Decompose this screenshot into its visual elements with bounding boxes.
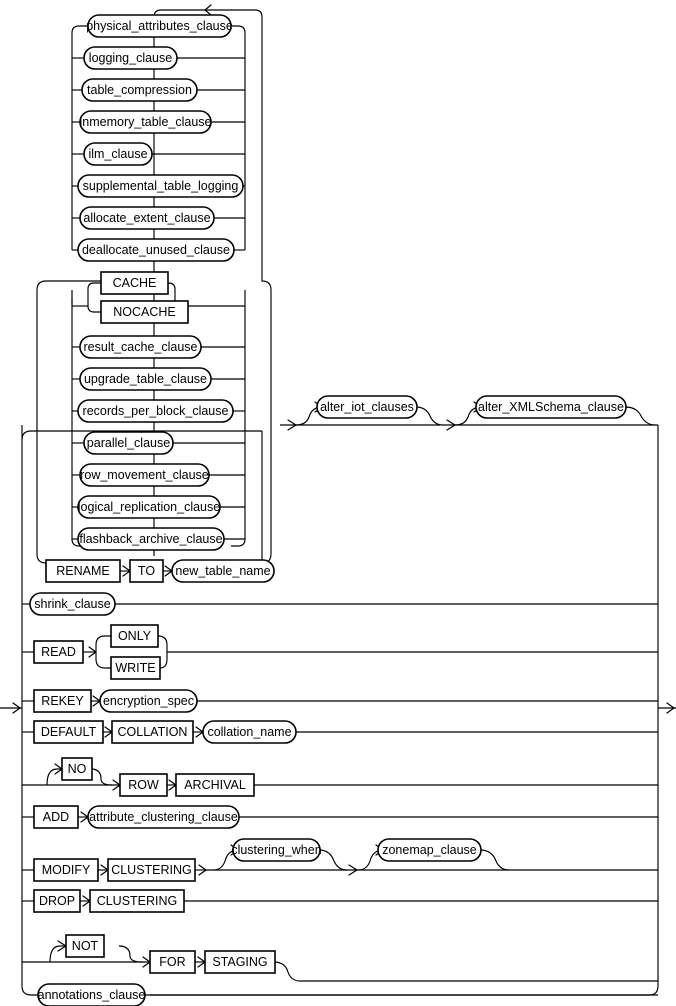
- rename-to-keyword[interactable]: TO: [129, 559, 164, 583]
- no-keyword[interactable]: NO: [61, 757, 93, 781]
- choice-item-logging-clause[interactable]: logging_clause: [83, 46, 178, 70]
- collation-keyword-label: COLLATION: [118, 725, 188, 739]
- collation-name[interactable]: collation_name: [202, 720, 297, 744]
- read-write-option[interactable]: WRITE: [110, 656, 161, 680]
- choice-item-label: table_compression: [87, 83, 192, 97]
- choice-item-supplemental-table-logging[interactable]: supplemental_table_logging: [77, 174, 244, 198]
- new-table-name[interactable]: new_table_name: [171, 559, 275, 583]
- choice-item-label: CACHE: [113, 276, 157, 290]
- alter-iot-clauses[interactable]: alter_iot_clauses: [316, 395, 418, 419]
- choice-item-flashback-archive-clause[interactable]: flashback_archive_clause: [77, 527, 225, 551]
- choice-item-records-per-block-clause[interactable]: records_per_block_clause: [77, 399, 234, 423]
- choice-item-parallel-clause[interactable]: parallel_clause: [83, 431, 174, 455]
- choice-item-physical-attributes-clause[interactable]: physical_attributes_clause: [86, 14, 233, 38]
- read-keyword[interactable]: READ: [33, 640, 84, 664]
- choice-item-cache[interactable]: CACHE: [100, 271, 169, 295]
- no-keyword-label: NO: [68, 762, 87, 776]
- attribute-clustering-clause-label: attribute_clustering_clause: [89, 810, 238, 824]
- add-keyword-label: ADD: [43, 810, 69, 824]
- choice-item-nocache[interactable]: NOCACHE: [100, 300, 189, 324]
- drop-keyword[interactable]: DROP: [33, 889, 81, 913]
- choice-item-label: supplemental_table_logging: [83, 179, 239, 193]
- modify-clustering-keyword[interactable]: CLUSTERING: [107, 858, 196, 882]
- choice-item-logical-replication-clause[interactable]: logical_replication_clause: [77, 495, 221, 519]
- choice-item-label: NOCACHE: [113, 305, 176, 319]
- row-keyword[interactable]: ROW: [119, 773, 168, 797]
- rekey-keyword-label: REKEY: [41, 694, 84, 708]
- read-write-label: WRITE: [115, 661, 155, 675]
- attribute-clustering-clause[interactable]: attribute_clustering_clause: [87, 805, 240, 829]
- for-keyword[interactable]: FOR: [149, 950, 196, 974]
- rename-keyword[interactable]: RENAME: [45, 559, 121, 583]
- new-table-name-label: new_table_name: [175, 564, 270, 578]
- choice-item-label: upgrade_table_clause: [84, 372, 207, 386]
- annotations-clause-label: annotations_clause: [38, 988, 146, 1002]
- alter-xmlschema-clause[interactable]: alter_XMLSchema_clause: [475, 395, 627, 419]
- choice-item-table-compression[interactable]: table_compression: [81, 78, 198, 102]
- choice-item-allocate-extent-clause[interactable]: allocate_extent_clause: [79, 206, 215, 230]
- zonemap-clause-label: zonemap_clause: [382, 843, 477, 857]
- not-keyword[interactable]: NOT: [65, 934, 105, 958]
- collation-keyword[interactable]: COLLATION: [111, 720, 194, 744]
- read-only-option[interactable]: ONLY: [110, 624, 159, 648]
- choice-item-label: parallel_clause: [87, 436, 170, 450]
- default-keyword-label: DEFAULT: [41, 725, 97, 739]
- choice-item-label: records_per_block_clause: [83, 404, 229, 418]
- choice-item-label: result_cache_clause: [84, 340, 198, 354]
- clustering-when[interactable]: clustering_when: [231, 838, 322, 862]
- encryption-spec-label: encryption_spec: [103, 694, 194, 708]
- drop-clustering-label: CLUSTERING: [97, 894, 178, 908]
- choice-item-label: ilm_clause: [88, 147, 147, 161]
- choice-item-label: deallocate_unused_clause: [82, 243, 230, 257]
- railroad-diagram-canvas: physical_attributes_clause logging_claus…: [0, 0, 676, 1006]
- rename-to-label: TO: [138, 564, 155, 578]
- row-keyword-label: ROW: [128, 778, 159, 792]
- default-keyword[interactable]: DEFAULT: [33, 720, 104, 744]
- clustering-when-label: clustering_when: [231, 843, 321, 857]
- archival-keyword-label: ARCHIVAL: [184, 778, 246, 792]
- zonemap-clause[interactable]: zonemap_clause: [377, 838, 482, 862]
- modify-clustering-label: CLUSTERING: [111, 863, 192, 877]
- choice-item-ilm-clause[interactable]: ilm_clause: [83, 142, 153, 166]
- encryption-spec[interactable]: encryption_spec: [99, 689, 198, 713]
- choice-item-label: row_movement_clause: [80, 468, 209, 482]
- choice-item-row-movement-clause[interactable]: row_movement_clause: [79, 463, 210, 487]
- choice-item-upgrade-table-clause[interactable]: upgrade_table_clause: [79, 367, 212, 391]
- alter-iot-clauses-label: alter_iot_clauses: [320, 400, 414, 414]
- choice-item-label: allocate_extent_clause: [83, 211, 210, 225]
- modify-keyword-label: MODIFY: [42, 863, 91, 877]
- annotations-clause[interactable]: annotations_clause: [37, 983, 146, 1006]
- shrink-clause-label: shrink_clause: [34, 597, 110, 611]
- choice-item-result-cache-clause[interactable]: result_cache_clause: [79, 335, 202, 359]
- add-keyword[interactable]: ADD: [33, 805, 79, 829]
- read-only-label: ONLY: [118, 629, 152, 643]
- choice-item-deallocate-unused-clause[interactable]: deallocate_unused_clause: [77, 238, 235, 262]
- modify-keyword[interactable]: MODIFY: [33, 858, 99, 882]
- drop-keyword-label: DROP: [39, 894, 75, 908]
- alter-table-properties-diagram: physical_attributes_clause logging_claus…: [0, 4, 676, 1006]
- choice-item-label: physical_attributes_clause: [86, 19, 233, 33]
- staging-keyword-label: STAGING: [212, 955, 267, 969]
- for-keyword-label: FOR: [159, 955, 185, 969]
- not-keyword-label: NOT: [72, 939, 99, 953]
- choice-item-label: inmemory_table_clause: [79, 115, 211, 129]
- choice-item-label: logging_clause: [89, 51, 172, 65]
- rename-keyword-label: RENAME: [56, 564, 109, 578]
- choice-item-label: flashback_archive_clause: [79, 532, 222, 546]
- choice-item-label: logical_replication_clause: [78, 500, 220, 514]
- collation-name-label: collation_name: [207, 725, 291, 739]
- drop-clustering-keyword[interactable]: CLUSTERING: [89, 889, 185, 913]
- choice-item-inmemory-table-clause[interactable]: inmemory_table_clause: [79, 110, 212, 134]
- read-keyword-label: READ: [41, 645, 76, 659]
- archival-keyword[interactable]: ARCHIVAL: [175, 773, 255, 797]
- shrink-clause[interactable]: shrink_clause: [29, 592, 116, 616]
- alter-xmlschema-clause-label: alter_XMLSchema_clause: [478, 400, 624, 414]
- rekey-keyword[interactable]: REKEY: [33, 689, 92, 713]
- staging-keyword[interactable]: STAGING: [204, 950, 276, 974]
